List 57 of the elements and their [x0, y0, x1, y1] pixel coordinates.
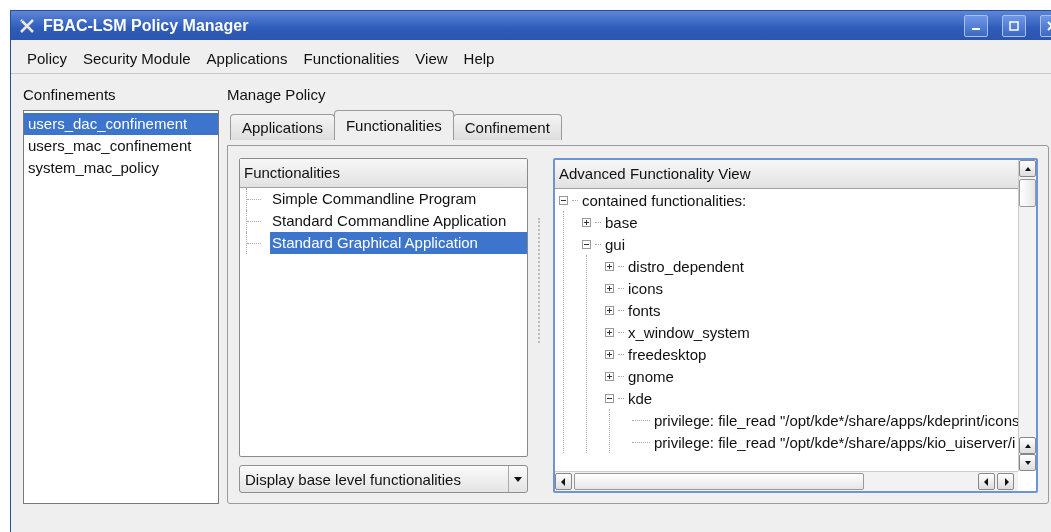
list-item[interactable]: users_dac_confinement	[24, 113, 218, 135]
expand-icon[interactable]	[605, 371, 614, 381]
column-header: Advanced Functionality View	[555, 160, 1018, 189]
list-item[interactable]: Standard Graphical Application	[270, 232, 527, 254]
expand-icon[interactable]	[605, 349, 614, 359]
scroll-left-button[interactable]	[978, 473, 995, 490]
menu-item[interactable]: Security Module	[75, 49, 199, 67]
menu-item[interactable]: Functionalities	[295, 49, 408, 67]
horizontal-scrollbar[interactable]	[555, 471, 1018, 491]
expand-icon[interactable]	[605, 305, 614, 315]
tree-item[interactable]: freedesktop	[628, 345, 707, 363]
tree-item[interactable]: kde	[628, 389, 653, 407]
expand-icon[interactable]	[605, 261, 614, 271]
tree-item[interactable]: privilege: file_read "/opt/kde*/share/apps/kio_uiserver/i	[654, 433, 1016, 451]
tab[interactable]: Applications	[230, 114, 335, 140]
scroll-down-button[interactable]	[1019, 454, 1036, 471]
menu-item[interactable]: View	[407, 49, 456, 67]
section-label: Manage Policy	[227, 86, 327, 104]
scroll-left-button[interactable]	[555, 473, 572, 490]
caret-icon	[513, 474, 523, 484]
scroll-up-button[interactable]	[1019, 160, 1036, 177]
tree-item[interactable]: gnome	[628, 367, 674, 385]
collapse-icon[interactable]	[605, 393, 614, 403]
list-item[interactable]: system_mac_policy	[24, 157, 218, 179]
scroll-up-button[interactable]	[1019, 437, 1036, 454]
tab[interactable]: Confinement	[452, 114, 562, 140]
collapse-icon[interactable]	[559, 195, 568, 205]
list-item[interactable]: users_mac_confinement	[24, 135, 218, 157]
minimize-icon	[972, 28, 980, 30]
menu-item[interactable]: Help	[455, 49, 503, 67]
expand-icon[interactable]	[605, 327, 614, 337]
tree-item[interactable]: icons	[628, 279, 664, 297]
scroll-right-button[interactable]	[997, 473, 1014, 490]
app-icon	[19, 17, 35, 34]
scrollbar-thumb[interactable]	[1019, 179, 1036, 207]
tree-item[interactable]: x_window_system	[628, 323, 750, 341]
tree-item[interactable]: fonts	[628, 301, 661, 319]
scrollbar-thumb[interactable]	[574, 473, 864, 490]
collapse-icon[interactable]	[582, 239, 591, 249]
list-item[interactable]: Simple Commandline Program	[270, 188, 527, 210]
maximize-button[interactable]	[1002, 14, 1026, 37]
vertical-scrollbar[interactable]	[1018, 160, 1036, 471]
tree-item[interactable]: contained functionalities:	[582, 191, 747, 209]
maximize-icon	[1009, 20, 1019, 31]
column-header: Functionalities	[240, 159, 527, 188]
minimize-button[interactable]	[964, 14, 988, 37]
filter-dropdown[interactable]: Display base level functionalities	[239, 465, 528, 493]
expand-icon[interactable]	[582, 217, 591, 227]
section-label: Confinements	[23, 86, 117, 104]
list-item[interactable]: Standard Commandline Application	[270, 210, 527, 232]
expand-icon[interactable]	[605, 283, 614, 293]
tree-item[interactable]: base	[605, 213, 638, 231]
tree-item[interactable]: distro_dependent	[628, 257, 744, 275]
tree-item[interactable]: gui	[605, 235, 626, 253]
menu-item[interactable]: Applications	[198, 49, 296, 67]
menu-item[interactable]: Policy	[19, 49, 75, 67]
window-title: FBAC-LSM Policy Manager	[43, 16, 250, 35]
